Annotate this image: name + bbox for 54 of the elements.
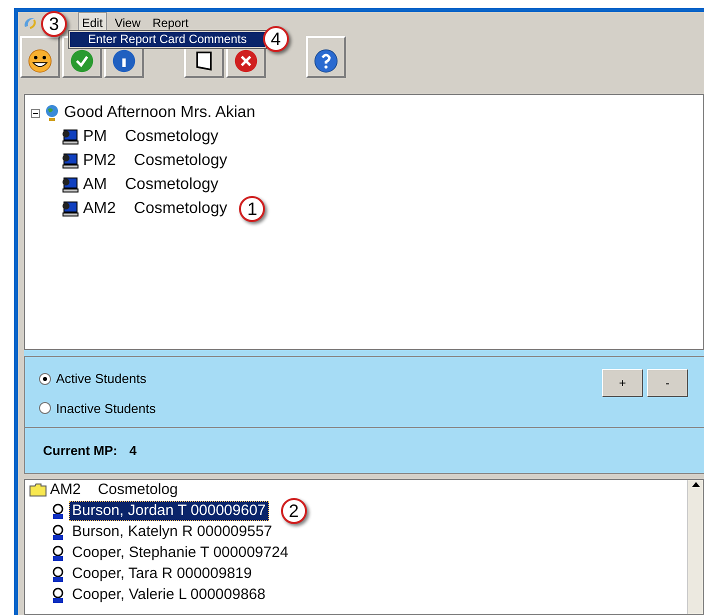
- tree-button[interactable]: +: [602, 369, 643, 397]
- menu-item[interactable]: View: [110, 12, 144, 34]
- app-logo-icon: [22, 15, 38, 31]
- person-icon: [51, 502, 65, 518]
- cross-icon: [234, 49, 258, 73]
- mp-value: 4: [129, 442, 137, 460]
- student-item[interactable]: Cooper, Valerie L 000009868: [69, 584, 268, 604]
- class-computer-icon: [61, 201, 79, 217]
- student-item[interactable]: Cooper, Tara R 000009819: [69, 564, 255, 584]
- info-icon: [112, 49, 136, 73]
- callout-number: 1: [239, 196, 266, 222]
- person-icon: [51, 524, 65, 540]
- folder-icon: [29, 483, 47, 497]
- mp-label: Current MP:: [43, 442, 118, 460]
- class-subject[interactable]: Cosmetology: [134, 197, 228, 221]
- radio-label: Active Students: [56, 370, 146, 388]
- smiley-button[interactable]: [20, 36, 60, 78]
- class-code[interactable]: PM: [83, 125, 107, 149]
- class-subject[interactable]: Cosmetology: [134, 149, 228, 173]
- menu-item[interactable]: Report: [148, 12, 193, 34]
- smiley-icon: [28, 49, 52, 73]
- student-item[interactable]: Cooper, Stephanie T 000009724: [69, 542, 292, 562]
- folder-subject[interactable]: Cosmetolog: [98, 481, 178, 499]
- minus-icon: [33, 112, 38, 114]
- menu-entry[interactable]: Enter Report Card Comments: [70, 32, 265, 47]
- person-icon: [51, 544, 65, 560]
- collapse-toggle[interactable]: [31, 108, 40, 118]
- scrollbar[interactable]: [687, 480, 703, 614]
- class-code[interactable]: AM2: [83, 197, 116, 221]
- radio-button[interactable]: [39, 372, 51, 385]
- student-item[interactable]: Burson, Jordan T 000009607: [69, 500, 269, 520]
- check-icon: [70, 49, 94, 73]
- class-subject[interactable]: Cosmetology: [125, 173, 218, 197]
- class-computer-icon: [61, 129, 79, 145]
- callout-number: 3: [41, 11, 67, 37]
- class-code[interactable]: PM2: [83, 149, 116, 173]
- class-computer-icon: [61, 177, 79, 193]
- help-button[interactable]: [306, 36, 346, 78]
- person-icon: [51, 586, 65, 602]
- class-computer-icon: [61, 153, 79, 169]
- radio-button[interactable]: [39, 402, 51, 414]
- student-item[interactable]: Burson, Katelyn R 000009557: [69, 522, 276, 542]
- help-icon: [314, 49, 338, 73]
- folder-code[interactable]: AM2: [50, 481, 81, 499]
- tree-button[interactable]: -: [647, 369, 688, 397]
- class-code[interactable]: AM: [83, 173, 107, 197]
- radio-label: Inactive Students: [56, 400, 156, 418]
- class-subject[interactable]: Cosmetology: [125, 125, 218, 149]
- person-icon: [51, 566, 65, 582]
- scroll-up-arrow-icon[interactable]: [690, 480, 700, 488]
- callout-number: 4: [262, 26, 289, 52]
- tree-node-label[interactable]: Good Afternoon Mrs. Akian: [64, 101, 256, 125]
- callout-number: 2: [280, 498, 307, 524]
- globe-icon: [44, 104, 60, 122]
